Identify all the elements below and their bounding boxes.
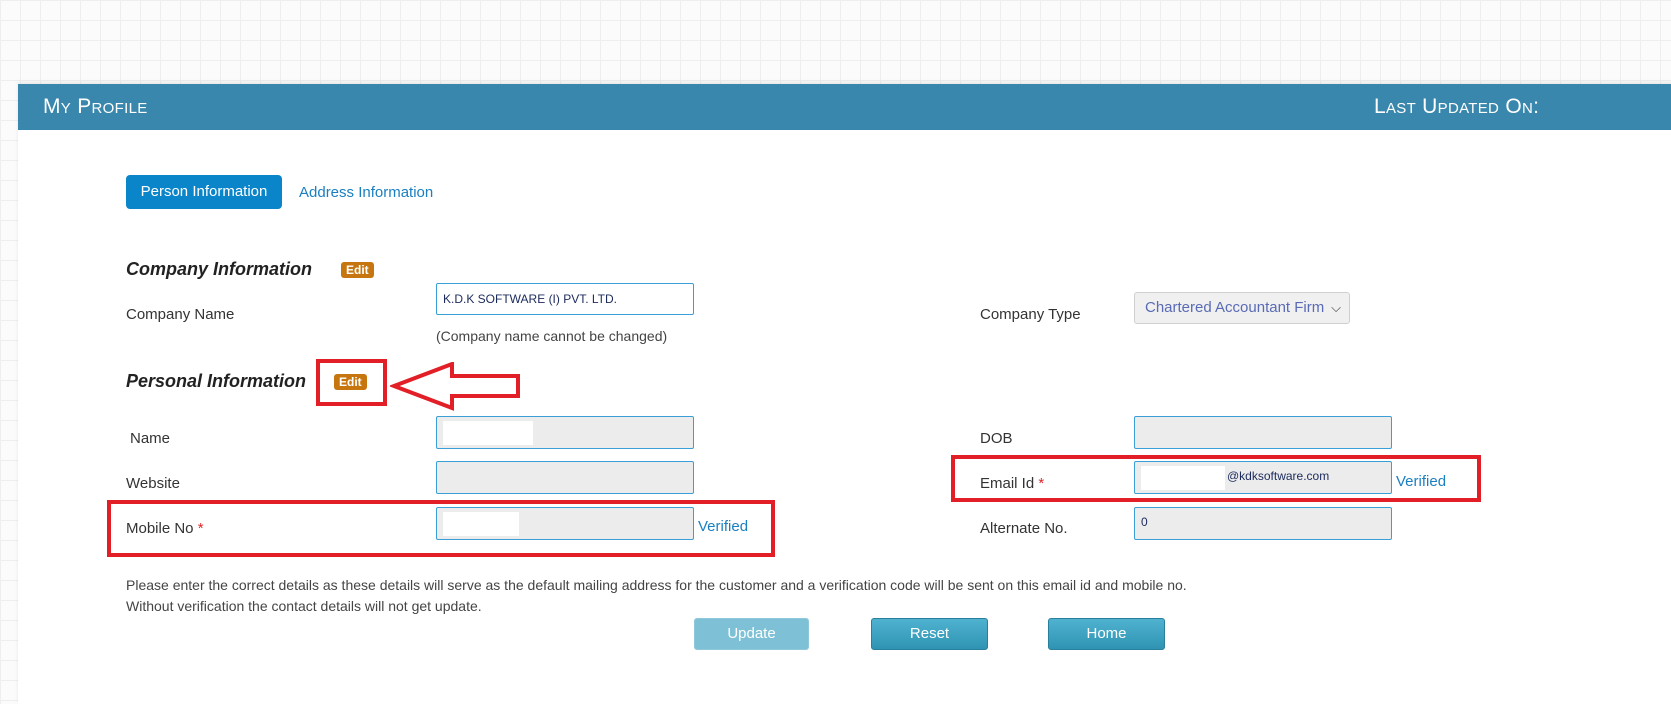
page-title: My Profile bbox=[43, 95, 148, 118]
last-updated-label: Last Updated On: bbox=[1374, 95, 1540, 118]
company-type-label: Company Type bbox=[980, 306, 1081, 323]
alternate-no-label: Alternate No. bbox=[980, 520, 1068, 537]
company-edit-button[interactable]: Edit bbox=[341, 262, 374, 278]
dob-field[interactable] bbox=[1134, 416, 1392, 449]
email-field[interactable]: @kdksoftware.com bbox=[1134, 461, 1392, 494]
tab-person-information[interactable]: Person Information bbox=[126, 175, 282, 209]
home-button[interactable]: Home bbox=[1048, 618, 1165, 650]
tab-address-information[interactable]: Address Information bbox=[299, 184, 433, 201]
personal-information-heading: Personal Information bbox=[126, 371, 307, 391]
company-name-note: (Company name cannot be changed) bbox=[436, 328, 668, 344]
company-type-select[interactable]: Chartered Accountant Firm ⌵ bbox=[1134, 292, 1350, 324]
company-information-heading: Company Information bbox=[126, 259, 313, 279]
alternate-no-value: 0 bbox=[1141, 515, 1148, 529]
update-button[interactable]: Update bbox=[694, 618, 809, 650]
alternate-no-field[interactable]: 0 bbox=[1134, 507, 1392, 540]
email-label: Email Id * bbox=[980, 475, 1045, 492]
chevron-down-icon: ⌵ bbox=[1331, 300, 1341, 315]
mobile-field[interactable] bbox=[436, 507, 694, 540]
dob-label: DOB bbox=[980, 430, 1013, 447]
left-arrow-icon bbox=[390, 362, 520, 411]
personal-edit-button[interactable]: Edit bbox=[334, 374, 367, 390]
notice-line-1: Please enter the correct details as thes… bbox=[126, 577, 1187, 593]
notice-line-2: Without verification the contact details… bbox=[126, 598, 482, 614]
company-type-value: Chartered Accountant Firm bbox=[1145, 299, 1325, 316]
email-verified-status: Verified bbox=[1396, 473, 1447, 490]
redacted-name bbox=[443, 421, 533, 445]
panel-header: My Profile Last Updated On: bbox=[18, 84, 1671, 130]
website-label: Website bbox=[126, 475, 180, 492]
company-name-value: K.D.K SOFTWARE (I) PVT. LTD. bbox=[443, 292, 618, 306]
reset-button[interactable]: Reset bbox=[871, 618, 988, 650]
required-asterisk: * bbox=[197, 520, 204, 537]
company-name-label: Company Name bbox=[126, 306, 235, 323]
mobile-label: Mobile No * bbox=[126, 520, 204, 537]
website-field[interactable] bbox=[436, 461, 694, 494]
company-name-field[interactable]: K.D.K SOFTWARE (I) PVT. LTD. bbox=[436, 283, 694, 315]
redacted-email-user bbox=[1141, 466, 1225, 490]
redacted-mobile bbox=[443, 512, 519, 536]
name-field[interactable] bbox=[436, 416, 694, 449]
required-asterisk: * bbox=[1038, 475, 1045, 492]
mobile-verified-status: Verified bbox=[698, 518, 749, 535]
email-domain-value: @kdksoftware.com bbox=[1227, 469, 1330, 483]
name-label: Name bbox=[130, 430, 171, 447]
